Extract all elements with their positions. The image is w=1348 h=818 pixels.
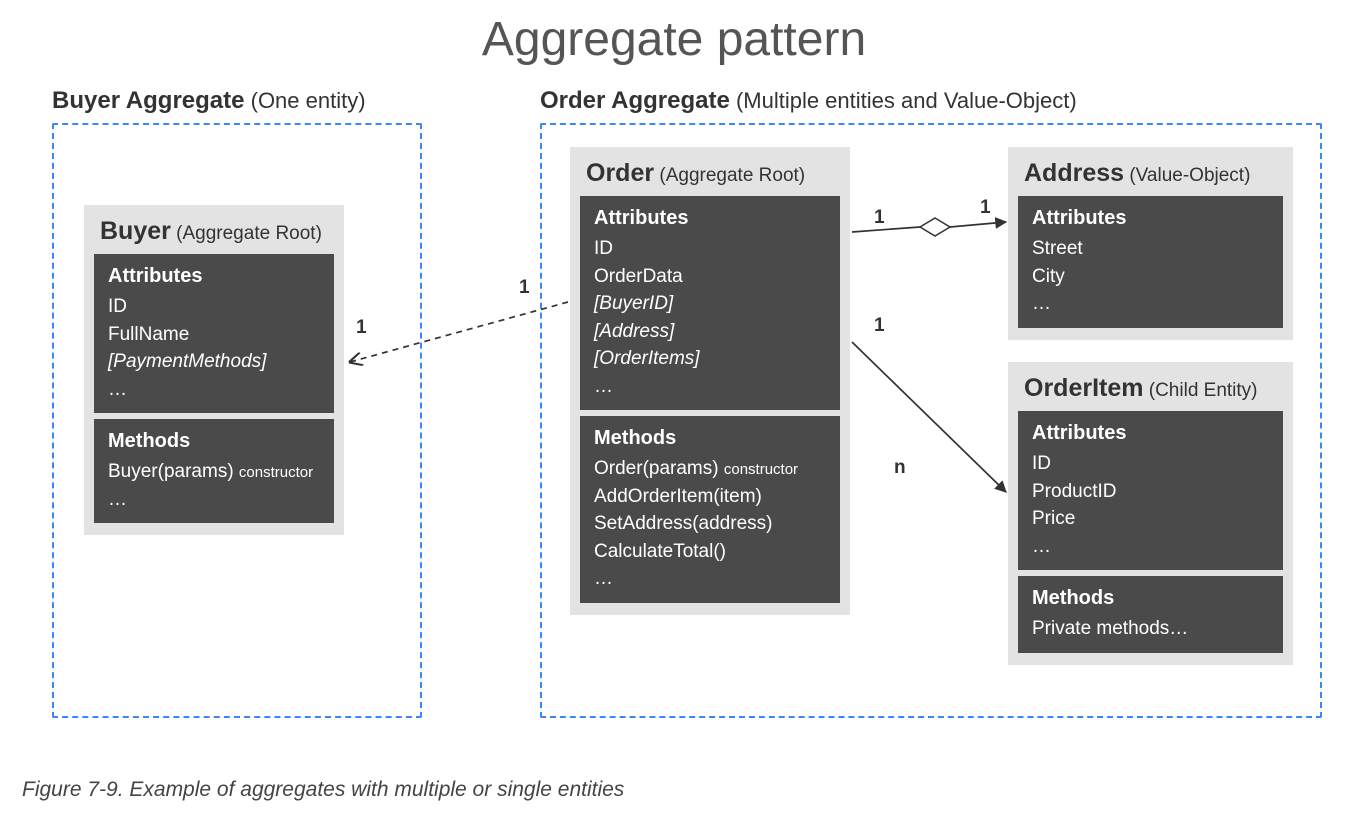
card-order-item-1: 1 (874, 315, 885, 337)
order-attr-2: [BuyerID] (594, 290, 826, 318)
buyer-methods: Methods Buyer(params) constructor … (94, 419, 334, 523)
address-attr-1: City (1032, 263, 1269, 291)
orderitem-title-sub: (Child Entity) (1143, 380, 1257, 401)
order-entity-title: Order (Aggregate Root) (580, 157, 840, 196)
order-methods: Methods Order(params) constructor AddOrd… (580, 416, 840, 603)
orderitem-attr-2: Price (1032, 505, 1269, 533)
address-entity-title: Address (Value-Object) (1018, 157, 1283, 196)
order-attr-3: [Address] (594, 318, 826, 346)
order-meth-0b: constructor (724, 461, 798, 478)
card-order-addr-1l: 1 (874, 207, 885, 229)
buyer-attr-2: [PaymentMethods] (108, 348, 320, 376)
order-attr-1: OrderData (594, 263, 826, 291)
order-entity: Order (Aggregate Root) Attributes ID Ord… (570, 147, 850, 615)
buyer-attr-header: Attributes (108, 262, 320, 291)
order-agg-header-bold: Order Aggregate (540, 87, 730, 114)
order-meth-3: CalculateTotal() (594, 538, 826, 566)
buyer-entity: Buyer (Aggregate Root) Attributes ID Ful… (84, 205, 344, 535)
order-meth-0: Order(params) constructor (594, 455, 826, 483)
address-title-bold: Address (1024, 159, 1124, 187)
order-attr-header: Attributes (594, 204, 826, 233)
address-attr-2: … (1032, 290, 1269, 318)
order-aggregate-header: Order Aggregate (Multiple entities and V… (540, 87, 1077, 115)
address-title-sub: (Value-Object) (1124, 165, 1250, 186)
buyer-entity-title: Buyer (Aggregate Root) (94, 215, 334, 254)
buyer-title-bold: Buyer (100, 217, 171, 245)
buyer-title-sub: (Aggregate Root) (171, 223, 322, 244)
buyer-agg-header-sub: (One entity) (245, 88, 366, 113)
order-agg-header-sub: (Multiple entities and Value-Object) (730, 88, 1077, 113)
address-attr-0: Street (1032, 235, 1269, 263)
card-order-1-left: 1 (519, 277, 530, 299)
buyer-attr-3: … (108, 376, 320, 404)
buyer-meth-header: Methods (108, 427, 320, 456)
diagram-title: Aggregate pattern (0, 0, 1348, 87)
address-attr-header: Attributes (1032, 204, 1269, 233)
order-meth-2: SetAddress(address) (594, 510, 826, 538)
card-buyer-1: 1 (356, 317, 367, 339)
card-order-item-n: n (894, 457, 906, 479)
order-meth-4: … (594, 565, 826, 593)
order-attr-0: ID (594, 235, 826, 263)
order-meth-0a: Order(params) (594, 458, 724, 479)
order-title-bold: Order (586, 159, 654, 187)
order-attributes: Attributes ID OrderData [BuyerID] [Addre… (580, 196, 840, 410)
orderitem-entity: OrderItem (Child Entity) Attributes ID P… (1008, 362, 1293, 665)
orderitem-attr-1: ProductID (1032, 478, 1269, 506)
order-attr-4: [OrderItems] (594, 345, 826, 373)
buyer-attr-0: ID (108, 293, 320, 321)
orderitem-attr-header: Attributes (1032, 419, 1269, 448)
order-title-sub: (Aggregate Root) (654, 165, 805, 186)
orderitem-meth-0: Private methods… (1032, 615, 1269, 643)
buyer-agg-header-bold: Buyer Aggregate (52, 87, 245, 114)
orderitem-meth-header: Methods (1032, 584, 1269, 613)
orderitem-methods: Methods Private methods… (1018, 576, 1283, 653)
buyer-attributes: Attributes ID FullName [PaymentMethods] … (94, 254, 334, 413)
buyer-meth-1: … (108, 486, 320, 514)
buyer-meth-0: Buyer(params) constructor (108, 458, 320, 486)
orderitem-attr-3: … (1032, 533, 1269, 561)
buyer-aggregate-header: Buyer Aggregate (One entity) (52, 87, 366, 115)
orderitem-attributes: Attributes ID ProductID Price … (1018, 411, 1283, 570)
order-meth-header: Methods (594, 424, 826, 453)
buyer-meth-0b: constructor (239, 464, 313, 481)
address-entity: Address (Value-Object) Attributes Street… (1008, 147, 1293, 340)
buyer-meth-0a: Buyer(params) (108, 461, 239, 482)
order-attr-5: … (594, 373, 826, 401)
address-attributes: Attributes Street City … (1018, 196, 1283, 328)
order-meth-1: AddOrderItem(item) (594, 483, 826, 511)
orderitem-title-bold: OrderItem (1024, 374, 1143, 402)
orderitem-attr-0: ID (1032, 450, 1269, 478)
card-order-addr-1r: 1 (980, 197, 991, 219)
diagram-canvas: Buyer Aggregate (One entity) Order Aggre… (0, 87, 1348, 727)
figure-caption: Figure 7-9. Example of aggregates with m… (22, 778, 624, 802)
orderitem-entity-title: OrderItem (Child Entity) (1018, 372, 1283, 411)
buyer-attr-1: FullName (108, 321, 320, 349)
